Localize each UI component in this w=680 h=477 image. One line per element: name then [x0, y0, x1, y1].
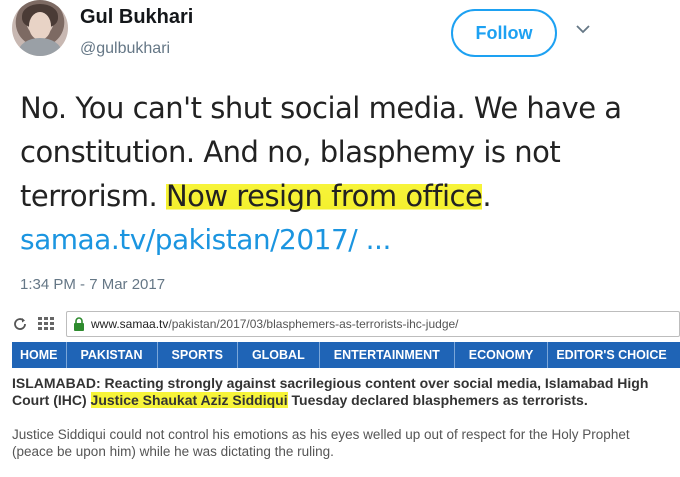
avatar[interactable]	[12, 0, 68, 56]
follow-button[interactable]: Follow	[451, 9, 557, 57]
tweet-link[interactable]: samaa.tv/pakistan/2017/ ...	[20, 218, 660, 262]
nav-item-editors-choice[interactable]: EDITOR'S CHOICE	[548, 342, 674, 368]
nav-item-pakistan[interactable]: PAKISTAN	[67, 342, 158, 368]
user-handle[interactable]: @gulbukhari	[80, 40, 170, 58]
tweet-text-part2: .	[482, 179, 492, 213]
chevron-down-icon[interactable]	[574, 20, 596, 42]
lock-icon	[74, 317, 84, 331]
apps-grid-icon[interactable]	[38, 317, 54, 331]
avatar-face	[29, 12, 51, 40]
display-name[interactable]: Gul Bukhari	[80, 6, 193, 29]
nav-item-economy[interactable]: ECONOMY	[455, 342, 549, 368]
refresh-icon[interactable]	[12, 316, 28, 332]
article-lead-highlight: Justice Shaukat Aziz Siddiqui	[90, 392, 288, 408]
nav-item-global[interactable]: GLOBAL	[238, 342, 320, 368]
url-field[interactable]: www.samaa.tv/pakistan/2017/03/blasphemer…	[66, 311, 680, 337]
avatar-body	[18, 38, 62, 56]
tweet-text-highlight: Now resign from office	[165, 179, 483, 213]
article-lead: ISLAMABAD: Reacting strongly against sac…	[12, 375, 674, 409]
nav-item-home[interactable]: HOME	[12, 342, 67, 368]
url-text: www.samaa.tv/pakistan/2017/03/blasphemer…	[91, 317, 459, 331]
site-navbar: HOME PAKISTAN SPORTS GLOBAL ENTERTAINMEN…	[12, 342, 680, 368]
article-body: Justice Siddiqui could not control his e…	[12, 427, 630, 459]
address-bar: www.samaa.tv/pakistan/2017/03/blasphemer…	[12, 309, 680, 339]
article-lead-part2: Tuesday declared blasphemers as terroris…	[287, 392, 588, 408]
article-screenshot: www.samaa.tv/pakistan/2017/03/blasphemer…	[0, 306, 680, 477]
url-domain: www.samaa.tv	[91, 317, 169, 331]
tweet-text: No. You can't shut social media. We have…	[20, 86, 660, 262]
url-path: /pakistan/2017/03/blasphemers-as-terrori…	[168, 317, 459, 331]
tweet-timestamp[interactable]: 1:34 PM - 7 Mar 2017	[20, 276, 165, 293]
nav-item-sports[interactable]: SPORTS	[158, 342, 238, 368]
nav-item-entertainment[interactable]: ENTERTAINMENT	[320, 342, 455, 368]
